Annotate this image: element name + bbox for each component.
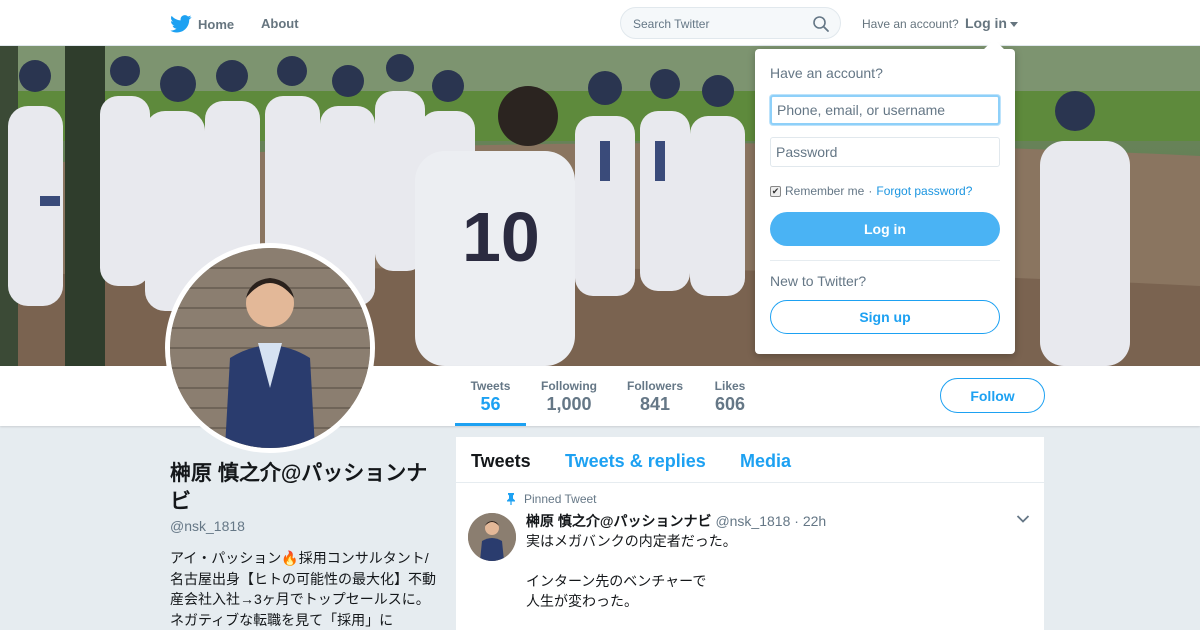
remember-me-checkbox[interactable]: ✔ [770, 185, 781, 197]
dropdown-divider [770, 260, 1000, 261]
stat-following-label: Following [541, 379, 597, 393]
stat-followers-label: Followers [626, 379, 683, 393]
profile-bio: アイ・パッション🔥採用コンサルタント/名古屋出身【ヒトの可能性の最大化】不動産会… [170, 550, 436, 628]
login-dropdown: Have an account? ✔ Remember me · Forgot … [755, 39, 1015, 354]
dropdown-title: Have an account? [770, 65, 883, 81]
have-account-text: Have an account? [862, 17, 959, 31]
profile-handle[interactable]: @nsk_1818 [170, 518, 245, 534]
search-icon[interactable] [812, 15, 830, 33]
search-input[interactable] [633, 14, 803, 34]
profile-avatar[interactable] [165, 243, 375, 453]
tweet-author-name[interactable]: 榊原 慎之介@パッションナビ [526, 513, 712, 529]
tweet-separator: · [794, 513, 799, 529]
pinned-label: Pinned Tweet [524, 492, 597, 506]
search-box[interactable] [620, 7, 841, 39]
remember-separator: · [868, 184, 873, 198]
top-nav: Home About Have an account? Log in [0, 0, 1200, 46]
timeline-tabs: Tweets Tweets & replies Media [456, 437, 1044, 483]
stat-likes[interactable]: Likes 606 [708, 366, 752, 426]
login-dropdown-toggle[interactable]: Log in [965, 15, 1018, 31]
remember-me: ✔ Remember me · Forgot password? [770, 184, 972, 198]
password-input[interactable] [770, 137, 1000, 167]
follow-button[interactable]: Follow [940, 378, 1045, 413]
stat-followers[interactable]: Followers 841 [622, 366, 688, 426]
stat-following-value: 1,000 [546, 394, 592, 414]
username-input[interactable] [770, 95, 1000, 125]
profile-name: 榊原 慎之介@パッションナビ [170, 462, 428, 513]
pinned-tweet[interactable]: Pinned Tweet 榊原 慎之介@パッションナビ @nsk_1818 · … [456, 484, 1044, 630]
tab-media[interactable]: Media [740, 451, 791, 472]
login-button[interactable]: Log in [770, 212, 1000, 246]
remember-me-label[interactable]: Remember me [785, 184, 864, 198]
pin-icon [507, 493, 515, 505]
signup-button[interactable]: Sign up [770, 300, 1000, 334]
tweet-author-handle[interactable]: @nsk_1818 [715, 513, 790, 529]
stat-likes-value: 606 [714, 394, 746, 414]
tweet-timestamp[interactable]: 22h [803, 513, 826, 529]
tab-tweets-replies[interactable]: Tweets & replies [565, 451, 706, 472]
svg-text:10: 10 [462, 198, 540, 276]
pinned-context: Pinned Tweet [506, 492, 597, 506]
stat-likes-label: Likes [714, 379, 746, 393]
nav-about[interactable]: About [261, 16, 299, 31]
tweet-header: 榊原 慎之介@パッションナビ @nsk_1818 · 22h [526, 511, 826, 531]
stat-followers-value: 841 [639, 394, 671, 414]
stat-following[interactable]: Following 1,000 [536, 366, 602, 426]
chevron-down-icon[interactable] [1016, 514, 1030, 524]
stat-tweets[interactable]: Tweets 56 [455, 366, 526, 426]
tweet-avatar[interactable] [468, 513, 516, 561]
stat-tweets-value: 56 [480, 394, 501, 414]
nav-home[interactable]: Home [170, 13, 234, 35]
stat-tweets-label: Tweets [470, 379, 511, 393]
timeline: Tweets Tweets & replies Media Pinned Twe… [456, 437, 1044, 630]
tweet-text: 実はメガバンクの内定者だった。 インターン先のベンチャーで 人生が変わった。 [526, 533, 737, 609]
caret-down-icon [1010, 21, 1018, 27]
new-to-twitter-text: New to Twitter? [770, 273, 867, 289]
tab-tweets[interactable]: Tweets [471, 451, 531, 472]
twitter-bird-icon [170, 15, 192, 33]
nav-home-label: Home [198, 16, 235, 32]
forgot-password-link[interactable]: Forgot password? [876, 184, 972, 198]
login-toggle-label: Log in [965, 15, 1007, 31]
